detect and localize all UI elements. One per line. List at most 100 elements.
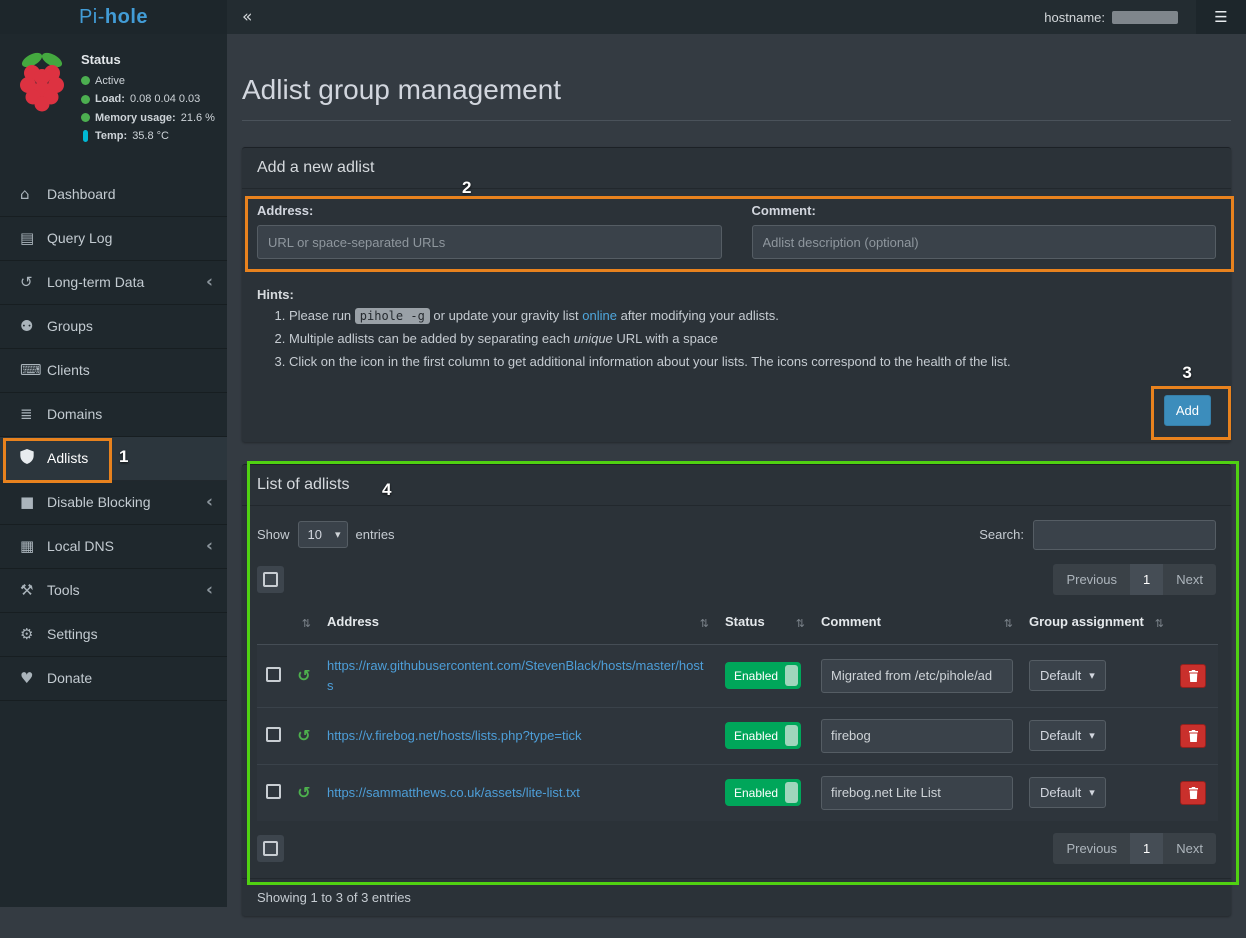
row-checkbox[interactable] [266, 667, 281, 682]
select-all-checkbox-bottom[interactable] [263, 841, 278, 856]
table-row: ↺ https://sammatthews.co.uk/assets/lite-… [257, 764, 1218, 821]
sort-icon: ⇅ [1155, 616, 1164, 632]
sidebar-item-dashboard[interactable]: ⌂ Dashboard [0, 173, 227, 217]
hint-item: Click on the icon in the first column to… [289, 352, 1216, 373]
pagination-bottom: Previous 1 Next [1053, 833, 1216, 864]
gear-icon: ⚙ [20, 625, 47, 643]
header-comment[interactable]: Comment⇅ [813, 605, 1021, 644]
add-button[interactable]: Add [1164, 395, 1211, 426]
header-group-assignment[interactable]: Group assignment⇅ [1021, 605, 1172, 644]
load-label: Load: [95, 91, 125, 108]
entries-select-wrap: 10 [298, 521, 348, 548]
delete-adlist-button[interactable] [1180, 781, 1206, 805]
sidebar-item-label: Disable Blocking [47, 494, 206, 510]
home-icon: ⌂ [20, 185, 47, 203]
hamburger-menu-button[interactable]: ☰ [1196, 0, 1246, 34]
adlist-address-link[interactable]: https://raw.githubusercontent.com/Steven… [327, 658, 703, 693]
header-checkbox-col [257, 605, 289, 644]
main-area: « hostname: ☰ Adlist group management Ad… [227, 0, 1246, 907]
memory-status-dot [81, 113, 90, 122]
caret-down-icon: ▾ [1089, 729, 1095, 742]
table-header-row: ⇅ Address⇅ Status⇅ Comment⇅ Group assign… [257, 605, 1218, 644]
sidebar-item-settings[interactable]: ⚙ Settings [0, 613, 227, 657]
entries-select[interactable]: 10 [298, 521, 348, 548]
toggle-knob [785, 725, 798, 746]
sidebar-item-donate[interactable]: ♥ Donate [0, 657, 227, 701]
list-health-icon[interactable]: ↺ [297, 726, 310, 745]
sidebar-item-long-term-data[interactable]: ↺ Long-term Data ‹ [0, 261, 227, 305]
history-icon: ↺ [20, 273, 47, 291]
page-number-button[interactable]: 1 [1130, 833, 1163, 864]
row-comment-input[interactable] [821, 776, 1013, 810]
chevron-left-icon: ‹ [206, 580, 213, 600]
row-checkbox[interactable] [266, 784, 281, 799]
header-action-col [1172, 605, 1218, 644]
search-input[interactable] [1033, 520, 1216, 550]
list-health-icon[interactable]: ↺ [297, 666, 310, 685]
sidebar-item-clients[interactable]: ⌨ Clients [0, 349, 227, 393]
group-assignment-dropdown[interactable]: Default▾ [1029, 720, 1106, 751]
online-link[interactable]: online [582, 308, 617, 323]
delete-adlist-button[interactable] [1180, 724, 1206, 748]
list-card: List of adlists Show 10 entries [242, 464, 1231, 916]
chevron-left-icon: ‹ [206, 536, 213, 556]
header-address[interactable]: Address⇅ [319, 605, 717, 644]
sidebar-item-label: Donate [47, 670, 213, 686]
hostname-display: hostname: [1044, 10, 1178, 25]
hostname-redacted-value [1112, 11, 1178, 24]
pihole-logo[interactable]: Pi-hole [0, 0, 227, 34]
status-toggle[interactable]: Enabled [725, 662, 801, 689]
adlist-address-link[interactable]: https://sammatthews.co.uk/assets/lite-li… [327, 785, 580, 800]
add-adlist-card: Add a new adlist Address: Comment: H [242, 147, 1231, 441]
next-page-button[interactable]: Next [1163, 564, 1216, 595]
status-toggle[interactable]: Enabled [725, 722, 801, 749]
previous-page-button[interactable]: Previous [1053, 564, 1130, 595]
raspberry-logo [14, 50, 70, 114]
header-health-col[interactable]: ⇅ [289, 605, 319, 644]
sidebar-item-query-log[interactable]: ▤ Query Log [0, 217, 227, 261]
page-number-button[interactable]: 1 [1130, 564, 1163, 595]
row-checkbox[interactable] [266, 727, 281, 742]
sort-icon: ⇅ [1004, 616, 1013, 632]
row-comment-input[interactable] [821, 719, 1013, 753]
select-all-checkbox-top[interactable] [263, 572, 278, 587]
sidebar-item-label: Clients [47, 362, 213, 378]
next-page-button[interactable]: Next [1163, 833, 1216, 864]
status-active-label: Active [95, 73, 125, 90]
sidebar-item-local-dns[interactable]: ▦ Local DNS ‹ [0, 525, 227, 569]
select-all-bottom[interactable] [257, 835, 284, 862]
sidebar-item-adlists[interactable]: Adlists [0, 437, 227, 481]
toggle-knob [785, 782, 798, 803]
group-assignment-dropdown[interactable]: Default▾ [1029, 660, 1106, 691]
adlist-address-link[interactable]: https://v.firebog.net/hosts/lists.php?ty… [327, 728, 581, 743]
load-status-dot [81, 95, 90, 104]
header-status[interactable]: Status⇅ [717, 605, 813, 644]
address-input[interactable] [257, 225, 722, 259]
sidebar-item-tools[interactable]: ⚒ Tools ‹ [0, 569, 227, 613]
row-comment-input[interactable] [821, 659, 1013, 693]
sidebar-item-label: Local DNS [47, 538, 206, 554]
trash-icon [1188, 730, 1199, 742]
sidebar-collapse-button[interactable]: « [227, 7, 267, 27]
users-icon: ⚉ [20, 317, 47, 335]
show-entries-control: Show 10 entries [257, 521, 395, 548]
status-active: Active [81, 73, 215, 90]
select-all-top[interactable] [257, 566, 284, 593]
previous-page-button[interactable]: Previous [1053, 833, 1130, 864]
caret-down-icon: ▾ [1089, 786, 1095, 799]
sidebar-item-domains[interactable]: ≣ Domains [0, 393, 227, 437]
delete-adlist-button[interactable] [1180, 664, 1206, 688]
caret-down-icon: ▾ [1089, 669, 1095, 682]
sidebar-item-groups[interactable]: ⚉ Groups [0, 305, 227, 349]
status-toggle[interactable]: Enabled [725, 779, 801, 806]
laptop-icon: ⌨ [20, 361, 47, 379]
group-assignment-dropdown[interactable]: Default▾ [1029, 777, 1106, 808]
toggle-knob [785, 665, 798, 686]
comment-input[interactable] [752, 225, 1217, 259]
address-label: Address: [257, 203, 722, 218]
status-temp: Temp: 35.8 °C [81, 128, 215, 145]
sidebar-item-disable-blocking[interactable]: ■ Disable Blocking ‹ [0, 481, 227, 525]
chevron-left-icon: ‹ [206, 272, 213, 292]
list-health-icon[interactable]: ↺ [297, 783, 310, 802]
sidebar-nav: ⌂ Dashboard ▤ Query Log ↺ Long-term Data… [0, 167, 227, 701]
